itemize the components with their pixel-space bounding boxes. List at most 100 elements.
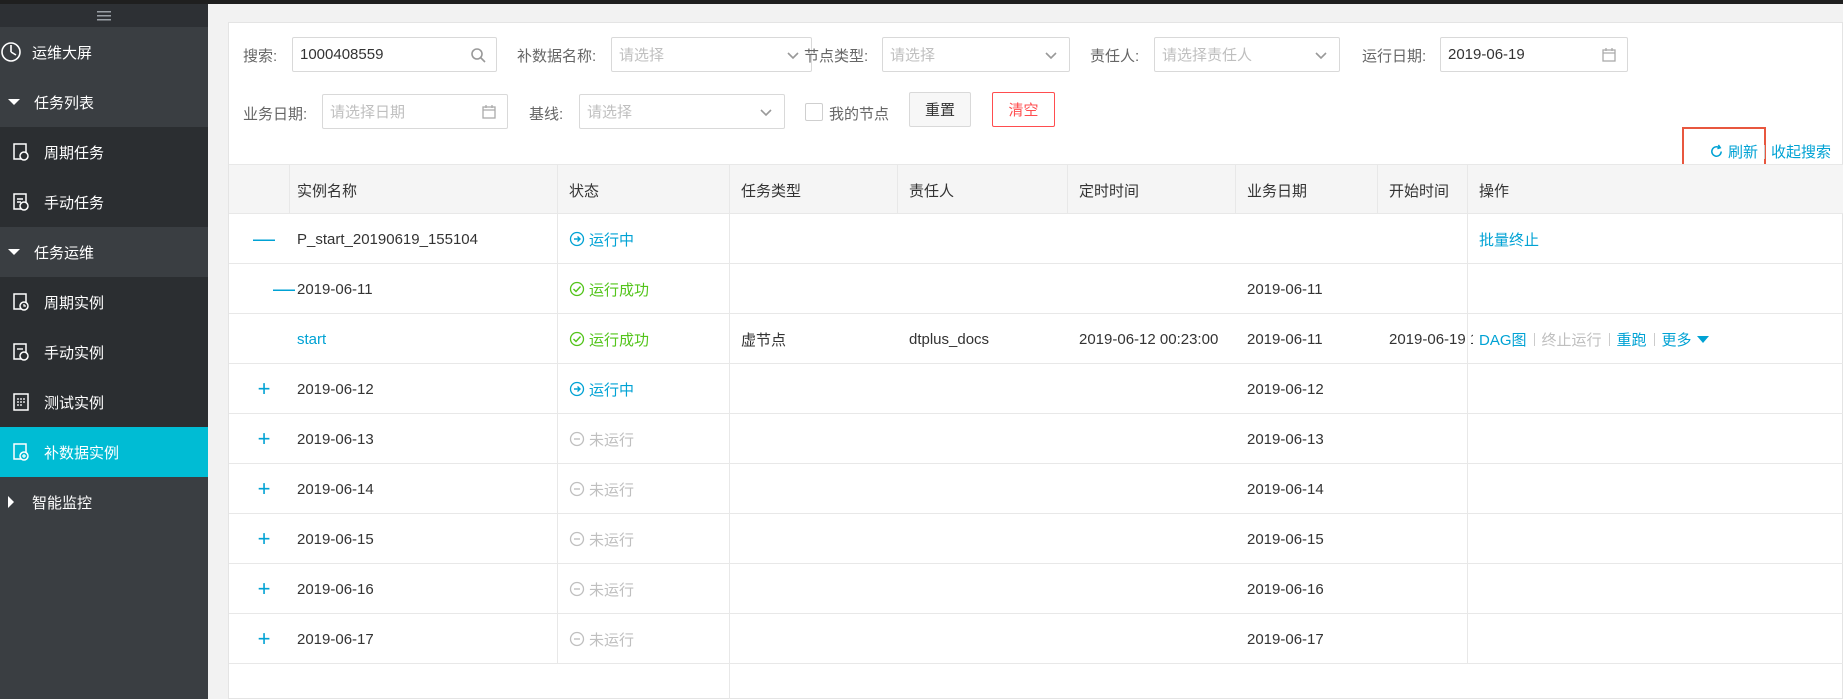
instance-name: P_start_20190619_155104 bbox=[297, 230, 478, 248]
backfill-instance-icon bbox=[10, 441, 32, 463]
actions-cell: DAG图 终止运行 重跑 更多 bbox=[1479, 314, 1710, 364]
status-text: 运行中 bbox=[589, 381, 635, 399]
sidebar-group-task-ops[interactable]: 任务运维 bbox=[0, 227, 208, 277]
sidebar-item-manual-task[interactable]: 手动任务 bbox=[0, 177, 208, 227]
rerun-button[interactable]: 重跑 bbox=[1617, 329, 1647, 350]
instance-name: 2019-06-17 bbox=[297, 630, 374, 648]
biz-date: 2019-06-11 bbox=[1247, 330, 1323, 348]
sidebar-item-label: 测试实例 bbox=[44, 394, 105, 412]
status-cell: 未运行 bbox=[569, 614, 634, 664]
dag-button[interactable]: DAG图 bbox=[1479, 329, 1527, 350]
sidebar-item-label: 补数据实例 bbox=[44, 444, 120, 462]
expand-icon[interactable]: + bbox=[249, 364, 279, 414]
table-row[interactable]: — P_start_20190619_155104 运行中 批量终止 bbox=[229, 214, 1843, 264]
status-cell: 运行成功 bbox=[569, 264, 649, 314]
baseline-select[interactable]: 请选择 bbox=[579, 94, 785, 129]
calendar-icon bbox=[482, 105, 496, 119]
sidebar-item-backfill-instance[interactable]: 补数据实例 bbox=[0, 427, 208, 477]
sidebar-item-cycle-instance[interactable]: 周期实例 bbox=[0, 277, 208, 327]
owner: dtplus_docs bbox=[909, 330, 990, 348]
search-value: 1000408559 bbox=[300, 46, 384, 63]
refresh-button[interactable]: 刷新 bbox=[1728, 141, 1758, 162]
biz-date: 2019-06-15 bbox=[1247, 530, 1324, 548]
baseline-placeholder: 请选择 bbox=[587, 104, 633, 121]
collapse-icon[interactable]: — bbox=[269, 264, 299, 314]
owner-select[interactable]: 请选择责任人 bbox=[1154, 37, 1340, 72]
column-divider bbox=[897, 164, 898, 214]
table-row[interactable]: +2019-06-17 未运行 2019-06-17 bbox=[229, 614, 1843, 664]
column-divider bbox=[1067, 164, 1068, 214]
top-bar bbox=[0, 0, 1843, 4]
expand-icon[interactable]: + bbox=[249, 414, 279, 464]
header-instance-name: 实例名称 bbox=[297, 182, 358, 200]
header-owner: 责任人 bbox=[909, 182, 955, 200]
biz-date: 2019-06-14 bbox=[1247, 480, 1324, 498]
collapse-icon[interactable]: — bbox=[249, 214, 279, 264]
expand-icon[interactable]: + bbox=[249, 464, 279, 514]
sidebar-collapse[interactable] bbox=[0, 4, 208, 27]
run-date-value: 2019-06-19 bbox=[1448, 46, 1525, 63]
search-icon[interactable] bbox=[470, 47, 486, 63]
instance-name: 2019-06-15 bbox=[297, 530, 374, 548]
main-panel: 搜索: 1000408559 补数据名称: 请选择 节点类型: 请选择 责任人:… bbox=[228, 22, 1843, 699]
biz-date-placeholder: 请选择日期 bbox=[330, 104, 406, 121]
backfill-name-select[interactable]: 请选择 bbox=[611, 37, 812, 72]
minus-circle-icon bbox=[569, 431, 585, 447]
biz-date-picker[interactable]: 请选择日期 bbox=[322, 94, 508, 129]
expand-icon[interactable]: + bbox=[249, 564, 279, 614]
header-task-type: 任务类型 bbox=[741, 182, 802, 200]
sidebar: 运维大屏 任务列表 周期任务 手动任务 任务运维 周期实例 手动实例 测试实例 … bbox=[0, 4, 208, 699]
table-tools: 刷新 收起搜索 bbox=[1709, 141, 1831, 162]
expand-icon[interactable]: + bbox=[249, 514, 279, 564]
table-row[interactable]: —2019-06-11 运行成功 2019-06-11 bbox=[229, 264, 1843, 314]
sidebar-item-test-instance[interactable]: 测试实例 bbox=[0, 377, 208, 427]
owner-label: 责任人: bbox=[1090, 48, 1140, 65]
status-badge: 未运行 bbox=[569, 479, 634, 500]
table-row[interactable]: +2019-06-13 未运行 2019-06-13 bbox=[229, 414, 1843, 464]
collapse-search-button[interactable]: 收起搜索 bbox=[1771, 141, 1831, 162]
table-row[interactable]: +2019-06-12 运行中 2019-06-12 bbox=[229, 364, 1843, 414]
cycle-task-icon bbox=[10, 141, 32, 163]
actions-cell: 批量终止 bbox=[1479, 214, 1539, 264]
status-badge: 运行中 bbox=[569, 229, 634, 250]
header-start-time: 开始时间 bbox=[1389, 182, 1450, 200]
biz-date: 2019-06-17 bbox=[1247, 630, 1324, 648]
sidebar-item-label: 任务列表 bbox=[34, 94, 95, 112]
column-divider bbox=[1467, 164, 1468, 664]
sidebar-group-smart-monitor[interactable]: 智能监控 bbox=[0, 477, 208, 527]
column-divider bbox=[289, 164, 290, 214]
clear-button[interactable]: 清空 bbox=[992, 92, 1055, 127]
sidebar-item-label: 任务运维 bbox=[34, 244, 95, 262]
status-badge: 运行成功 bbox=[569, 329, 649, 350]
refresh-icon[interactable] bbox=[1709, 144, 1724, 159]
batch-stop-button[interactable]: 批量终止 bbox=[1479, 229, 1539, 250]
sidebar-item-label: 智能监控 bbox=[32, 494, 93, 512]
minus-circle-icon bbox=[569, 631, 585, 647]
my-nodes-label: 我的节点 bbox=[829, 106, 890, 123]
search-input[interactable]: 1000408559 bbox=[292, 37, 497, 72]
sidebar-item-label: 手动任务 bbox=[44, 194, 105, 212]
more-button[interactable]: 更多 bbox=[1662, 329, 1692, 350]
instance-name: 2019-06-16 bbox=[297, 580, 374, 598]
table-row[interactable]: +2019-06-14 未运行 2019-06-14 bbox=[229, 464, 1843, 514]
node-type-select[interactable]: 请选择 bbox=[882, 37, 1070, 72]
sidebar-group-task-list[interactable]: 任务列表 bbox=[0, 77, 208, 127]
divider bbox=[1653, 332, 1655, 346]
instance-name[interactable]: start bbox=[297, 314, 326, 364]
status-badge: 未运行 bbox=[569, 579, 634, 600]
sidebar-item-cycle-task[interactable]: 周期任务 bbox=[0, 127, 208, 177]
reset-button[interactable]: 重置 bbox=[909, 92, 971, 127]
sidebar-item-dashboard[interactable]: 运维大屏 bbox=[0, 27, 208, 77]
instance-name: 2019-06-14 bbox=[297, 480, 374, 498]
table-row[interactable]: +2019-06-15 未运行 2019-06-15 bbox=[229, 514, 1843, 564]
status-cell: 未运行 bbox=[569, 464, 634, 514]
table-row[interactable]: start 运行成功 虚节点 dtplus_docs 2019-06-12 00:23:… bbox=[229, 314, 1843, 364]
run-date-picker[interactable]: 2019-06-19 bbox=[1440, 37, 1628, 72]
expand-icon[interactable]: + bbox=[249, 614, 279, 664]
sidebar-item-manual-instance[interactable]: 手动实例 bbox=[0, 327, 208, 377]
caret-down-icon[interactable] bbox=[1692, 331, 1710, 348]
biz-date: 2019-06-16 bbox=[1247, 580, 1324, 598]
my-nodes-checkbox[interactable] bbox=[805, 103, 823, 121]
table-row[interactable]: +2019-06-16 未运行 2019-06-16 bbox=[229, 564, 1843, 614]
backfill-name-label: 补数据名称: bbox=[517, 48, 597, 65]
